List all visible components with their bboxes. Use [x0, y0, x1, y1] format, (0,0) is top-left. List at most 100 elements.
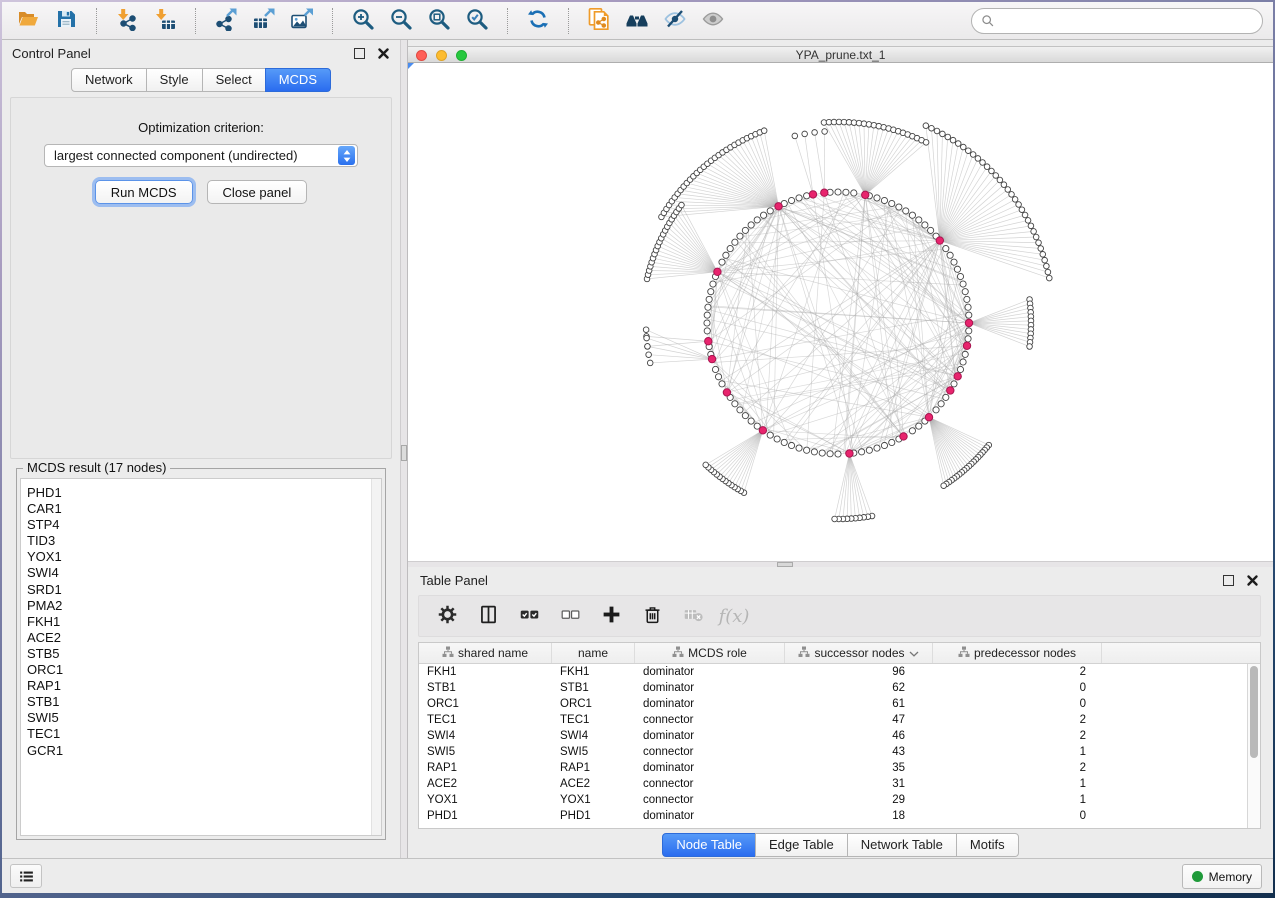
- table-row[interactable]: SWI4SWI4dominator462: [419, 728, 1260, 744]
- list-item[interactable]: RAP1: [27, 678, 381, 694]
- export-image-button[interactable]: [286, 6, 318, 36]
- list-item[interactable]: CAR1: [27, 501, 381, 517]
- zoom-out-button[interactable]: [385, 6, 417, 36]
- mcds-result-list[interactable]: PHD1CAR1STP4TID3YOX1SWI4SRD1PMA2FKH1ACE2…: [20, 478, 382, 836]
- mcds-node[interactable]: [947, 387, 954, 394]
- table-row[interactable]: SWI5SWI5connector431: [419, 744, 1260, 760]
- mcds-node[interactable]: [954, 373, 961, 380]
- run-mcds-button[interactable]: Run MCDS: [95, 180, 193, 204]
- list-item[interactable]: ACE2: [27, 630, 381, 646]
- close-panel-button[interactable]: Close panel: [207, 180, 308, 204]
- mcds-node[interactable]: [705, 338, 712, 345]
- table-row[interactable]: RAP1RAP1dominator352: [419, 760, 1260, 776]
- tab-edge-table[interactable]: Edge Table: [755, 833, 848, 857]
- list-item[interactable]: GCR1: [27, 743, 381, 759]
- column-header-name[interactable]: name: [552, 643, 635, 663]
- first-neighbors-button[interactable]: [621, 6, 653, 36]
- mcds-node[interactable]: [925, 414, 932, 421]
- tab-mcds[interactable]: MCDS: [265, 68, 331, 92]
- table-row[interactable]: STB1STB1dominator620: [419, 680, 1260, 696]
- column-header-successor-nodes[interactable]: successor nodes: [785, 643, 933, 663]
- table-row[interactable]: ACE2ACE2connector311: [419, 776, 1260, 792]
- add-row-button[interactable]: [599, 604, 623, 628]
- float-panel-icon[interactable]: [354, 48, 365, 59]
- network-file-button[interactable]: [583, 6, 615, 36]
- tab-motifs[interactable]: Motifs: [956, 833, 1019, 857]
- list-item[interactable]: TEC1: [27, 726, 381, 742]
- list-item[interactable]: PMA2: [27, 598, 381, 614]
- list-item[interactable]: SRD1: [27, 582, 381, 598]
- list-item[interactable]: YOX1: [27, 549, 381, 565]
- import-network-button[interactable]: [111, 6, 143, 36]
- search-input[interactable]: [1000, 11, 1262, 31]
- list-item[interactable]: SWI4: [27, 565, 381, 581]
- export-network-button[interactable]: [210, 6, 242, 36]
- column-header-shared-name[interactable]: shared name: [419, 643, 552, 663]
- close-table-panel-icon[interactable]: [1246, 574, 1259, 587]
- float-table-panel-icon[interactable]: [1223, 575, 1234, 586]
- unselect-all-button[interactable]: [558, 604, 582, 628]
- mcds-node[interactable]: [900, 433, 907, 440]
- tab-select[interactable]: Select: [202, 68, 266, 92]
- column-header-predecessor-nodes[interactable]: predecessor nodes: [933, 643, 1102, 663]
- table-scrollbar[interactable]: [1247, 664, 1260, 828]
- table-row[interactable]: ORC1ORC1dominator610: [419, 696, 1260, 712]
- list-item[interactable]: TID3: [27, 533, 381, 549]
- network-graph[interactable]: [408, 63, 1273, 561]
- list-item[interactable]: STB5: [27, 646, 381, 662]
- vertical-splitter-grip[interactable]: [401, 445, 407, 461]
- mcds-node[interactable]: [846, 450, 853, 457]
- mcds-node[interactable]: [965, 319, 972, 326]
- mcds-node[interactable]: [862, 191, 869, 198]
- minimize-window-icon[interactable]: [436, 50, 447, 61]
- mcds-node[interactable]: [775, 203, 782, 210]
- vertical-splitter[interactable]: [400, 40, 408, 858]
- zoom-selected-button[interactable]: [461, 6, 493, 36]
- list-item[interactable]: FKH1: [27, 614, 381, 630]
- table-row[interactable]: FKH1FKH1dominator962: [419, 664, 1260, 680]
- mcds-node[interactable]: [714, 268, 721, 275]
- zoom-fit-button[interactable]: [423, 6, 455, 36]
- refresh-button[interactable]: [522, 6, 554, 36]
- mcds-node[interactable]: [809, 191, 816, 198]
- mcds-node[interactable]: [821, 189, 828, 196]
- close-panel-icon[interactable]: [377, 47, 390, 60]
- task-history-button[interactable]: [10, 864, 42, 888]
- list-item[interactable]: PHD1: [27, 485, 381, 501]
- save-session-button[interactable]: [50, 6, 82, 36]
- close-window-icon[interactable]: [416, 50, 427, 61]
- mcds-node[interactable]: [723, 389, 730, 396]
- table-scrollbar-thumb[interactable]: [1250, 666, 1258, 758]
- show-all-button[interactable]: [697, 6, 729, 36]
- delete-row-button[interactable]: [640, 604, 664, 628]
- network-canvas[interactable]: [408, 63, 1273, 561]
- mcds-node[interactable]: [708, 355, 715, 362]
- list-item[interactable]: SWI5: [27, 710, 381, 726]
- tab-network-table[interactable]: Network Table: [847, 833, 957, 857]
- hide-selected-button[interactable]: [659, 6, 691, 36]
- list-item[interactable]: STB1: [27, 694, 381, 710]
- export-table-button[interactable]: [248, 6, 280, 36]
- criterion-select[interactable]: largest connected component (undirected): [44, 144, 358, 167]
- memory-button[interactable]: Memory: [1182, 864, 1262, 889]
- tab-style[interactable]: Style: [146, 68, 203, 92]
- table-row[interactable]: TEC1TEC1connector472: [419, 712, 1260, 728]
- mcds-node[interactable]: [936, 237, 943, 244]
- network-window-titlebar[interactable]: YPA_prune.txt_1: [408, 46, 1273, 63]
- list-item[interactable]: ORC1: [27, 662, 381, 678]
- import-table-button[interactable]: [149, 6, 181, 36]
- zoom-in-button[interactable]: [347, 6, 379, 36]
- tab-network[interactable]: Network: [71, 68, 147, 92]
- mcds-node[interactable]: [759, 427, 766, 434]
- mcds-node[interactable]: [963, 342, 970, 349]
- table-row[interactable]: YOX1YOX1connector291: [419, 792, 1260, 808]
- select-all-button[interactable]: [517, 604, 541, 628]
- list-item[interactable]: STP4: [27, 517, 381, 533]
- tab-node-table[interactable]: Node Table: [662, 833, 756, 857]
- table-row[interactable]: PHD1PHD1dominator180: [419, 808, 1260, 824]
- open-file-button[interactable]: [12, 6, 44, 36]
- settings-button[interactable]: [435, 604, 459, 628]
- maximize-window-icon[interactable]: [456, 50, 467, 61]
- column-header-MCDS-role[interactable]: MCDS role: [635, 643, 785, 663]
- mcds-list-scrollbar[interactable]: [371, 479, 381, 835]
